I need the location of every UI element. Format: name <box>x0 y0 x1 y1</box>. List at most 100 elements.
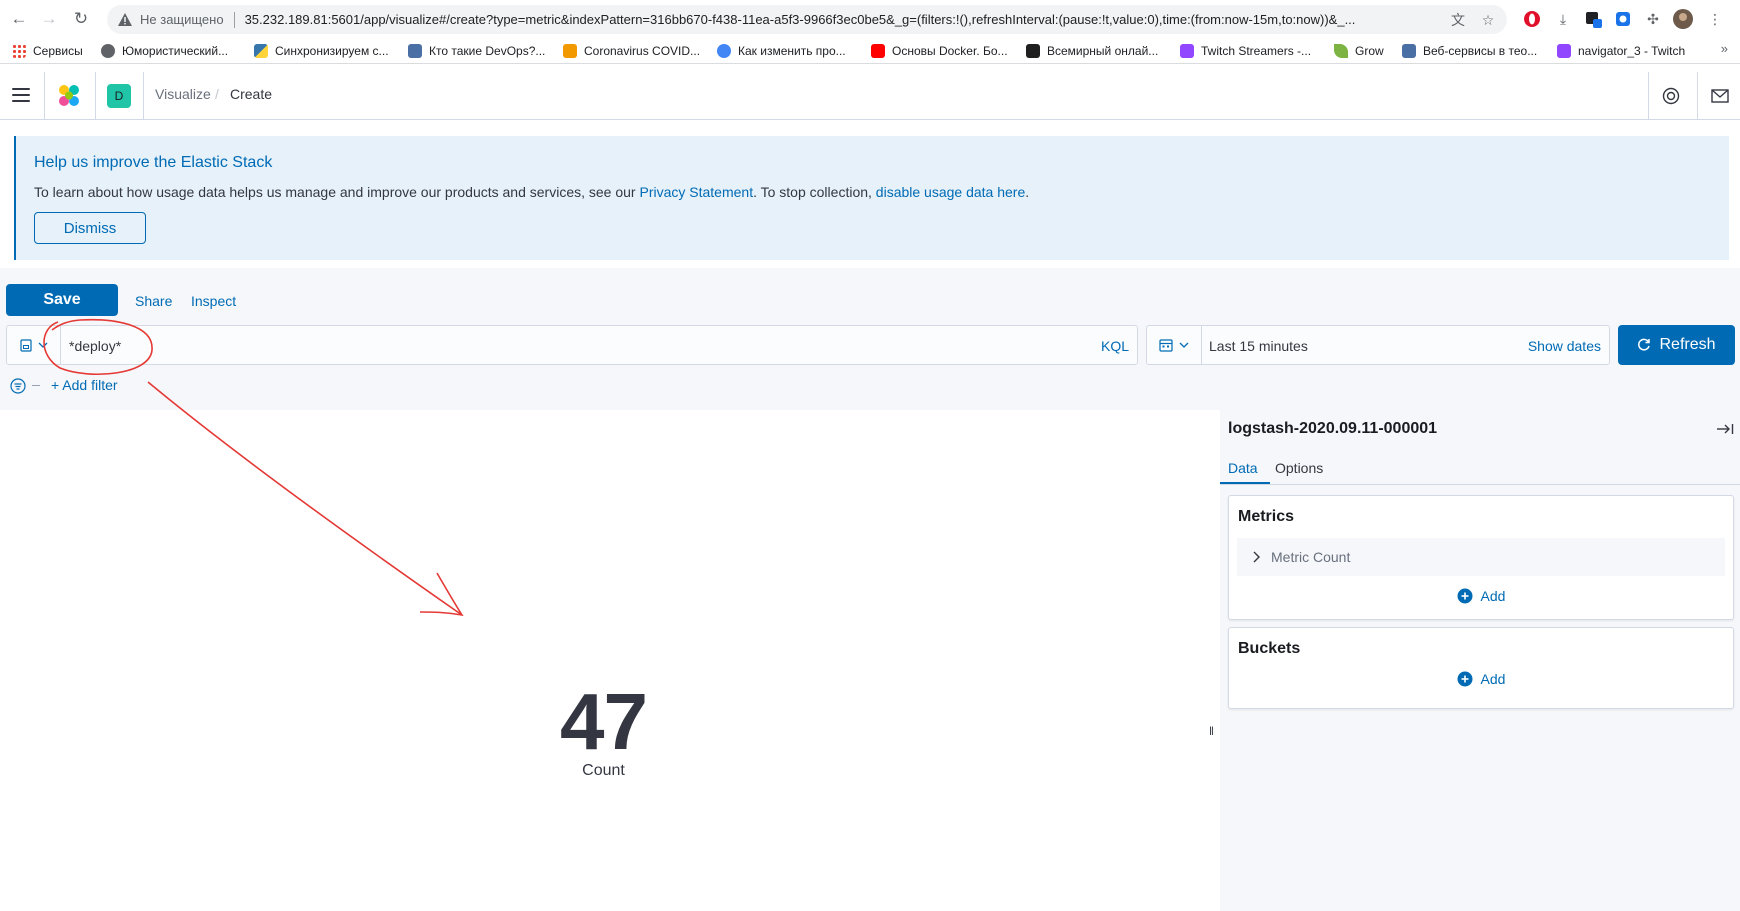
show-dates-link[interactable]: Show dates <box>1528 338 1601 354</box>
bookmark-item[interactable]: Основы Docker. Бо... <box>871 42 1008 60</box>
bookmark-item[interactable]: Кто такие DevOps?... <box>408 42 545 60</box>
address-bar[interactable]: Не защищено 35.232.189.81:5601/app/visua… <box>107 5 1507 34</box>
bookmark-item[interactable]: Как изменить про... <box>717 42 846 60</box>
filter-menu-icon[interactable] <box>10 378 26 394</box>
callout-text-part: . <box>1025 184 1030 200</box>
disable-usage-data-link[interactable]: disable usage data here <box>876 184 1025 200</box>
blue-square-extension-icon[interactable] <box>1613 9 1633 29</box>
filter-divider <box>32 385 40 386</box>
bookmarks-overflow-button[interactable]: » <box>1721 41 1728 56</box>
collapse-sidebar-icon[interactable] <box>1716 422 1734 436</box>
youtube-icon <box>871 44 885 58</box>
bookmark-label: Основы Docker. Бо... <box>892 44 1008 58</box>
space-avatar[interactable]: D <box>107 84 131 108</box>
bookmark-item[interactable]: Grow <box>1334 42 1384 60</box>
bookmark-label: Синхронизируем с... <box>275 44 389 58</box>
dismiss-button[interactable]: Dismiss <box>34 212 146 244</box>
profile-avatar[interactable] <box>1673 9 1693 29</box>
telemetry-callout: Help us improve the Elastic Stack To lea… <box>14 136 1729 260</box>
puzzle-icon <box>1402 44 1416 58</box>
url-text[interactable]: 35.232.189.81:5601/app/visualize#/create… <box>245 12 1435 27</box>
vis-editor-sidebar: logstash-2020.09.11-000001 Data Options … <box>1220 410 1740 911</box>
saved-query-button[interactable] <box>7 326 61 364</box>
header-divider <box>1648 72 1649 120</box>
calendar-icon <box>1159 339 1173 352</box>
download-icon[interactable]: ⤓ <box>1553 9 1573 29</box>
twitch-icon <box>1557 44 1571 58</box>
kql-toggle[interactable]: KQL <box>1101 338 1129 354</box>
reload-icon[interactable]: ↻ <box>70 8 92 30</box>
metrics-panel: Metrics Metric Count Add <box>1228 495 1734 620</box>
bookmark-item[interactable]: Синхронизируем с... <box>254 42 389 60</box>
breadcrumb-visualize[interactable]: Visualize <box>155 86 211 102</box>
tabs-divider <box>1220 484 1740 485</box>
back-arrow-icon[interactable]: ← <box>8 8 30 30</box>
kibana-header: D Visualize / Create <box>0 72 1740 120</box>
bookmark-item[interactable]: Coronavirus COVID... <box>563 42 700 60</box>
metric-label: Count <box>582 762 625 779</box>
tab-options[interactable]: Options <box>1275 460 1323 476</box>
bookmark-label: Как изменить про... <box>738 44 846 58</box>
browser-menu-icon[interactable]: ⋮ <box>1705 9 1725 29</box>
refresh-icon <box>1638 338 1651 351</box>
date-picker[interactable]: Last 15 minutes Show dates <box>1146 325 1610 365</box>
metric-visualization: 47 Count <box>0 410 1207 911</box>
bookmark-item[interactable]: Всемирный онлай... <box>1026 42 1158 60</box>
metrics-title: Metrics <box>1238 508 1295 525</box>
metric-value: 47 <box>560 677 648 766</box>
warning-icon <box>118 13 132 27</box>
rss-icon <box>563 44 577 58</box>
bookmark-item[interactable]: Юмористический... <box>101 42 228 60</box>
github-icon <box>717 44 731 58</box>
address-divider <box>233 11 235 28</box>
bookmark-star-icon[interactable]: ☆ <box>1479 11 1497 29</box>
save-button[interactable]: Save <box>6 284 118 316</box>
callout-text-part: . To stop collection, <box>753 184 876 200</box>
callout-title: Help us improve the Elastic Stack <box>34 154 273 171</box>
extension-badge-icon[interactable] <box>1583 9 1603 29</box>
add-bucket-button[interactable]: Add <box>1229 671 1733 687</box>
bookmark-label: navigator_3 - Twitch <box>1578 44 1686 58</box>
help-icon[interactable] <box>1660 85 1682 107</box>
plus-circle-icon <box>1457 671 1473 687</box>
metric-count-accordion[interactable]: Metric Count <box>1237 538 1725 576</box>
index-pattern-title: logstash-2020.09.11-000001 <box>1228 420 1438 437</box>
add-metric-button[interactable]: Add <box>1229 588 1733 604</box>
metric-count-label: Metric Count <box>1271 549 1351 565</box>
bookmark-item[interactable]: Twitch Streamers -... <box>1180 42 1311 60</box>
bookmark-item[interactable]: Веб-сервисы в тео... <box>1402 42 1537 60</box>
forward-arrow-icon[interactable]: → <box>38 8 60 30</box>
inspect-link[interactable]: Inspect <box>191 293 236 309</box>
panel-resize-handle[interactable]: ‖ <box>1209 724 1214 738</box>
add-label: Add <box>1480 588 1506 604</box>
query-input[interactable]: *deploy* <box>69 338 121 354</box>
privacy-statement-link[interactable]: Privacy Statement <box>639 184 753 200</box>
opera-icon[interactable] <box>1522 9 1542 29</box>
refresh-button[interactable]: Refresh <box>1618 325 1735 365</box>
bookmark-item[interactable]: Сервисы <box>12 42 83 60</box>
callout-text-part: To learn about how usage data helps us m… <box>34 184 640 200</box>
bookmark-label: Юмористический... <box>122 44 229 58</box>
query-bar[interactable]: *deploy* KQL <box>6 325 1138 365</box>
tab-data[interactable]: Data <box>1228 460 1258 476</box>
add-filter-button[interactable]: + Add filter <box>51 377 118 393</box>
newsfeed-mail-icon[interactable] <box>1709 85 1731 107</box>
share-link[interactable]: Share <box>135 293 172 309</box>
plus-circle-icon <box>1457 588 1473 604</box>
apps-grid-icon <box>12 44 26 58</box>
elastic-logo-icon[interactable] <box>56 84 82 108</box>
header-divider <box>95 72 96 120</box>
bookmarks-bar: Сервисы Юмористический... Синхронизируем… <box>0 38 1740 64</box>
puzzle-icon <box>408 44 422 58</box>
add-label: Add <box>1480 671 1506 687</box>
time-range-label[interactable]: Last 15 minutes <box>1209 338 1308 354</box>
bookmark-label: Всемирный онлай... <box>1047 44 1159 58</box>
insecure-label: Не защищено <box>140 12 224 27</box>
refresh-label: Refresh <box>1659 336 1716 353</box>
quick-date-button[interactable] <box>1147 326 1202 364</box>
translate-icon[interactable]: 文 <box>1449 11 1467 29</box>
buckets-panel: Buckets Add <box>1228 627 1734 709</box>
extensions-puzzle-icon[interactable]: ✣ <box>1643 9 1663 29</box>
bookmark-item[interactable]: navigator_3 - Twitch <box>1557 42 1685 60</box>
hamburger-menu-icon[interactable] <box>12 88 30 102</box>
